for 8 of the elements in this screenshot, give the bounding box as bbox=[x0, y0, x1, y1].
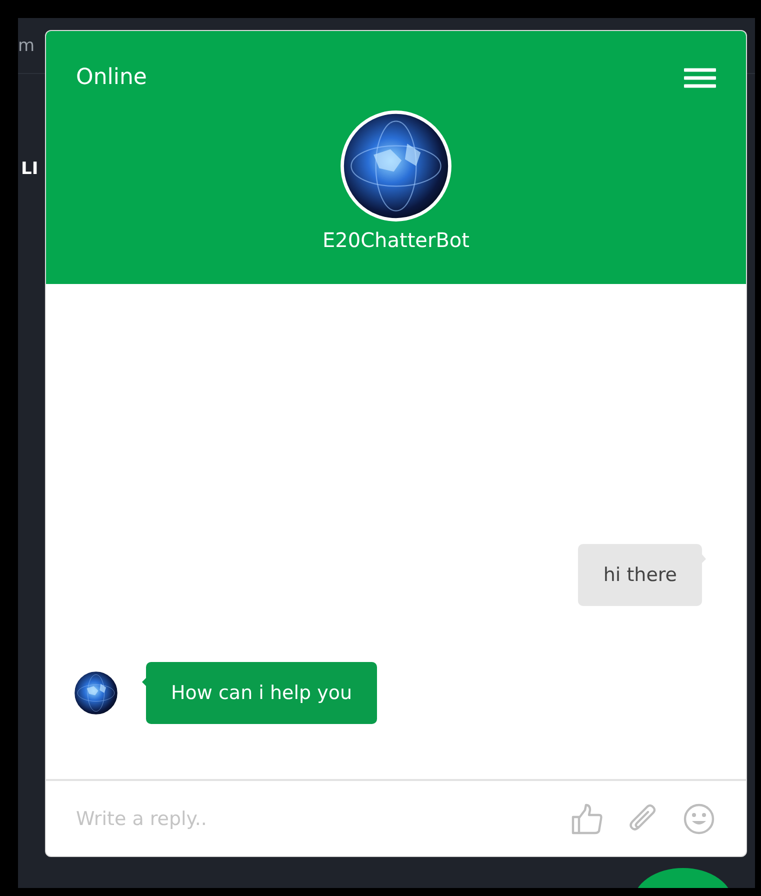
background-heading: LI bbox=[20, 159, 40, 179]
bot-name: E20ChatterBot bbox=[322, 228, 470, 252]
smiley-icon[interactable] bbox=[682, 802, 716, 836]
background-text: m bbox=[18, 36, 35, 56]
menu-icon[interactable] bbox=[684, 66, 716, 88]
status-label: Online bbox=[76, 65, 147, 90]
reply-input[interactable]: Write a reply.. bbox=[74, 806, 548, 830]
thumbs-up-icon[interactable] bbox=[570, 802, 604, 836]
